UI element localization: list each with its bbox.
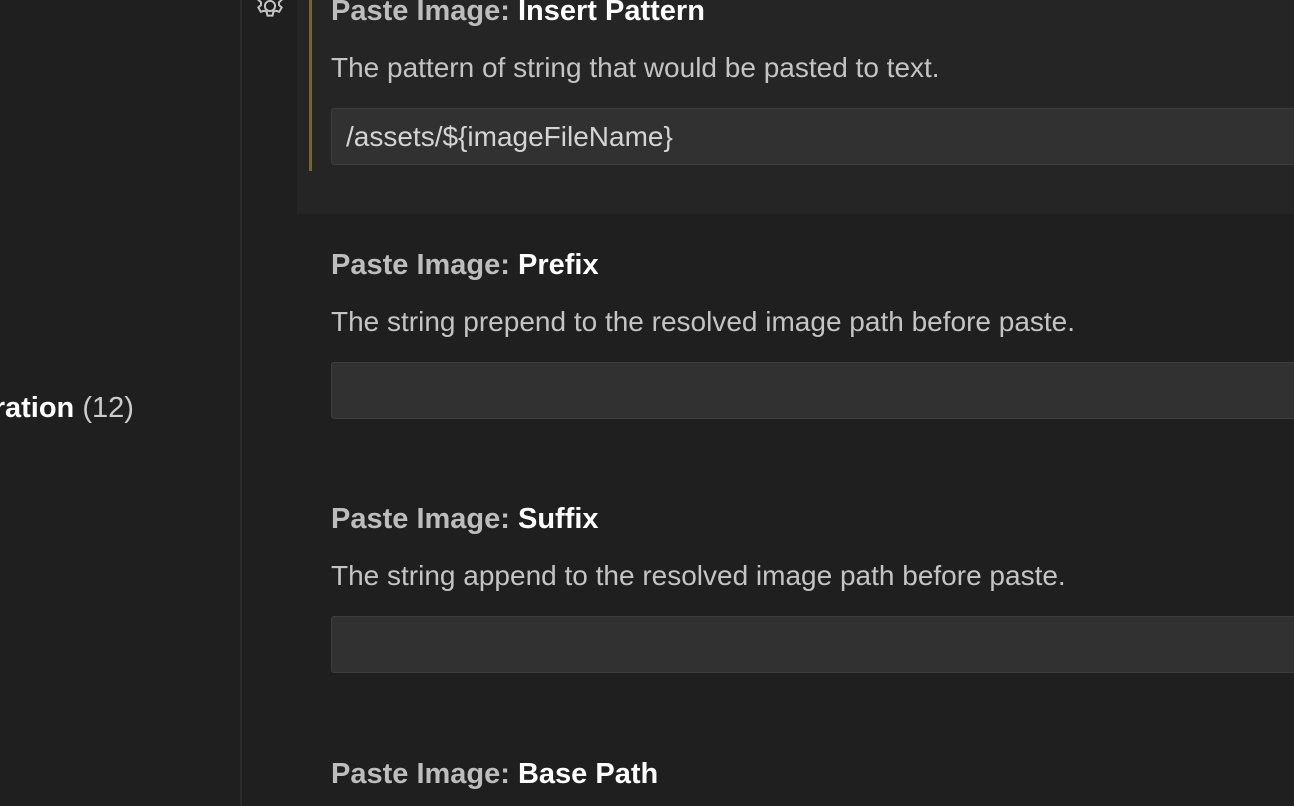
setting-title: Paste Image: Insert Pattern xyxy=(331,0,1294,29)
focus-indicator xyxy=(309,0,312,171)
setting-title: Paste Image: Prefix xyxy=(331,247,1294,283)
setting-description: The pattern of string that would be past… xyxy=(331,52,940,83)
setting-category: Paste Image: xyxy=(331,758,518,790)
suffix-input[interactable] xyxy=(331,616,1294,673)
settings-editor: uration (12) Paste Image: Insert Pattern… xyxy=(0,0,1294,806)
setting-category: Paste Image: xyxy=(331,249,518,281)
toc-item-configuration[interactable]: uration (12) xyxy=(0,390,134,426)
setting-key: Suffix xyxy=(517,503,599,535)
setting-category: Paste Image: xyxy=(331,0,518,27)
settings-toc: uration (12) xyxy=(0,0,240,806)
setting-description: The string prepend to the resolved image… xyxy=(331,306,1076,337)
setting-base-path: Paste Image: Base Path xyxy=(331,756,1294,792)
toc-item-label: uration xyxy=(0,392,75,424)
setting-key: Prefix xyxy=(517,249,599,281)
setting-title: Paste Image: Base Path xyxy=(331,756,1294,792)
prefix-input[interactable] xyxy=(331,362,1294,419)
setting-insert-pattern: Paste Image: Insert Pattern The pattern … xyxy=(331,0,1294,165)
setting-title: Paste Image: Suffix xyxy=(331,501,1294,537)
gear-icon[interactable] xyxy=(252,0,288,24)
insert-pattern-input[interactable]: /assets/${imageFileName} xyxy=(331,108,1294,165)
setting-key: Insert Pattern xyxy=(517,0,705,27)
toc-item-count: (12) xyxy=(82,392,134,424)
setting-category: Paste Image: xyxy=(331,503,518,535)
setting-prefix: Paste Image: Prefix The string prepend t… xyxy=(331,247,1294,419)
setting-suffix: Paste Image: Suffix The string append to… xyxy=(331,501,1294,673)
settings-list: Paste Image: Insert Pattern The pattern … xyxy=(242,0,1294,806)
setting-description: The string append to the resolved image … xyxy=(331,560,1066,591)
setting-key: Base Path xyxy=(517,758,659,790)
